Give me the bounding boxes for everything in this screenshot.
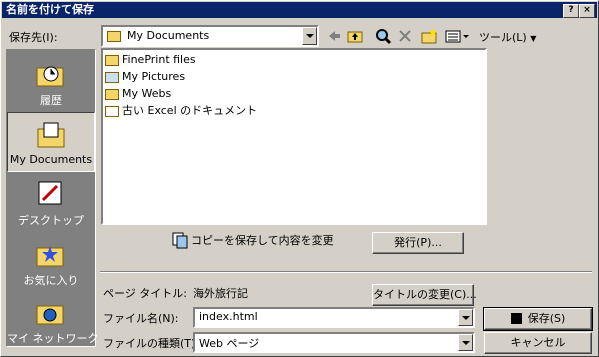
file-list[interactable]: FinePrint files My Pictures My Webs 古い E… <box>101 48 487 225</box>
list-item[interactable]: My Pictures <box>105 69 185 85</box>
copy-note: コピーを保存して内容を変更 <box>191 234 334 247</box>
publish-button[interactable]: 発行(P)... <box>372 232 464 254</box>
place-desktop[interactable]: デスクトップ <box>7 172 95 232</box>
cancel-button[interactable]: キャンセル <box>484 332 592 354</box>
file-name-input[interactable]: index.html <box>193 307 475 328</box>
place-history-label: 履歴 <box>40 94 62 107</box>
folder-icon <box>107 31 121 42</box>
place-network[interactable]: マイ ネットワーク <box>7 290 99 350</box>
list-item[interactable]: My Webs <box>105 86 171 102</box>
save-in-combo[interactable]: My Documents <box>101 25 319 47</box>
save-in-label: 保存先(I): <box>9 31 58 44</box>
place-my-documents[interactable]: My Documents <box>7 112 95 172</box>
new-folder-icon[interactable] <box>420 27 438 45</box>
places-bar: 履歴 My Documents デスクトップ お気に入り マイ ネットワーク <box>6 49 99 350</box>
chevron-down-icon: ▼ <box>530 34 537 43</box>
help-button[interactable]: ? <box>563 4 579 18</box>
title-bar: 名前を付けて保存 ? × <box>2 2 597 18</box>
file-type-select[interactable]: Web ページ <box>193 332 475 353</box>
place-my-documents-label: My Documents <box>9 153 93 166</box>
place-favorites[interactable]: お気に入り <box>7 232 95 292</box>
desktop-icon <box>38 181 62 205</box>
list-item[interactable]: 古い Excel のドキュメント <box>105 103 257 119</box>
views-dropdown-icon[interactable] <box>461 27 471 45</box>
save-button[interactable]: 保存(S) <box>483 307 593 331</box>
folder-icon <box>105 88 119 100</box>
chevron-down-icon[interactable] <box>302 27 317 45</box>
file-name-value: index.html <box>199 310 258 323</box>
place-favorites-label: お気に入り <box>23 274 79 287</box>
delete-icon[interactable] <box>396 27 414 45</box>
chevron-down-icon[interactable] <box>458 309 473 326</box>
copy-page-icon <box>172 232 188 249</box>
divider <box>100 271 592 273</box>
place-desktop-label: デスクトップ <box>18 214 84 227</box>
disk-icon <box>510 312 522 324</box>
favorites-icon <box>36 246 64 267</box>
list-item[interactable]: FinePrint files <box>105 52 196 68</box>
network-icon <box>36 305 64 325</box>
search-web-icon[interactable] <box>374 27 392 45</box>
chevron-down-icon[interactable] <box>458 334 473 351</box>
tools-menu[interactable]: ツール(L) ▼ <box>479 29 536 45</box>
up-folder-icon[interactable] <box>346 27 364 45</box>
page-title-label: ページ タイトル: <box>103 287 187 300</box>
folder-icon <box>105 54 119 66</box>
history-icon <box>36 66 64 87</box>
back-arrow-icon[interactable] <box>325 27 343 45</box>
file-name-label: ファイル名(N): <box>103 312 179 325</box>
window-title: 名前を付けて保存 <box>6 3 94 16</box>
tools-label: ツール(L) <box>479 31 527 44</box>
file-type-label: ファイルの種類(T): <box>103 337 200 350</box>
file-type-value: Web ページ <box>199 337 260 350</box>
page-title-value: 海外旅行記 <box>193 287 248 300</box>
save-in-value: My Documents <box>127 29 210 42</box>
save-as-dialog: 名前を付けて保存 ? × 保存先(I): My Documents ツール(L)… <box>0 0 599 357</box>
change-title-button[interactable]: タイトルの変更(C)... <box>372 284 477 306</box>
close-button[interactable]: × <box>579 4 595 18</box>
pictures-folder-icon <box>105 71 119 83</box>
views-icon[interactable] <box>444 27 462 45</box>
place-network-label: マイ ネットワーク <box>7 332 99 345</box>
shortcut-folder-icon <box>105 105 119 117</box>
my-documents-icon <box>37 122 65 148</box>
place-history[interactable]: 履歴 <box>7 52 95 112</box>
